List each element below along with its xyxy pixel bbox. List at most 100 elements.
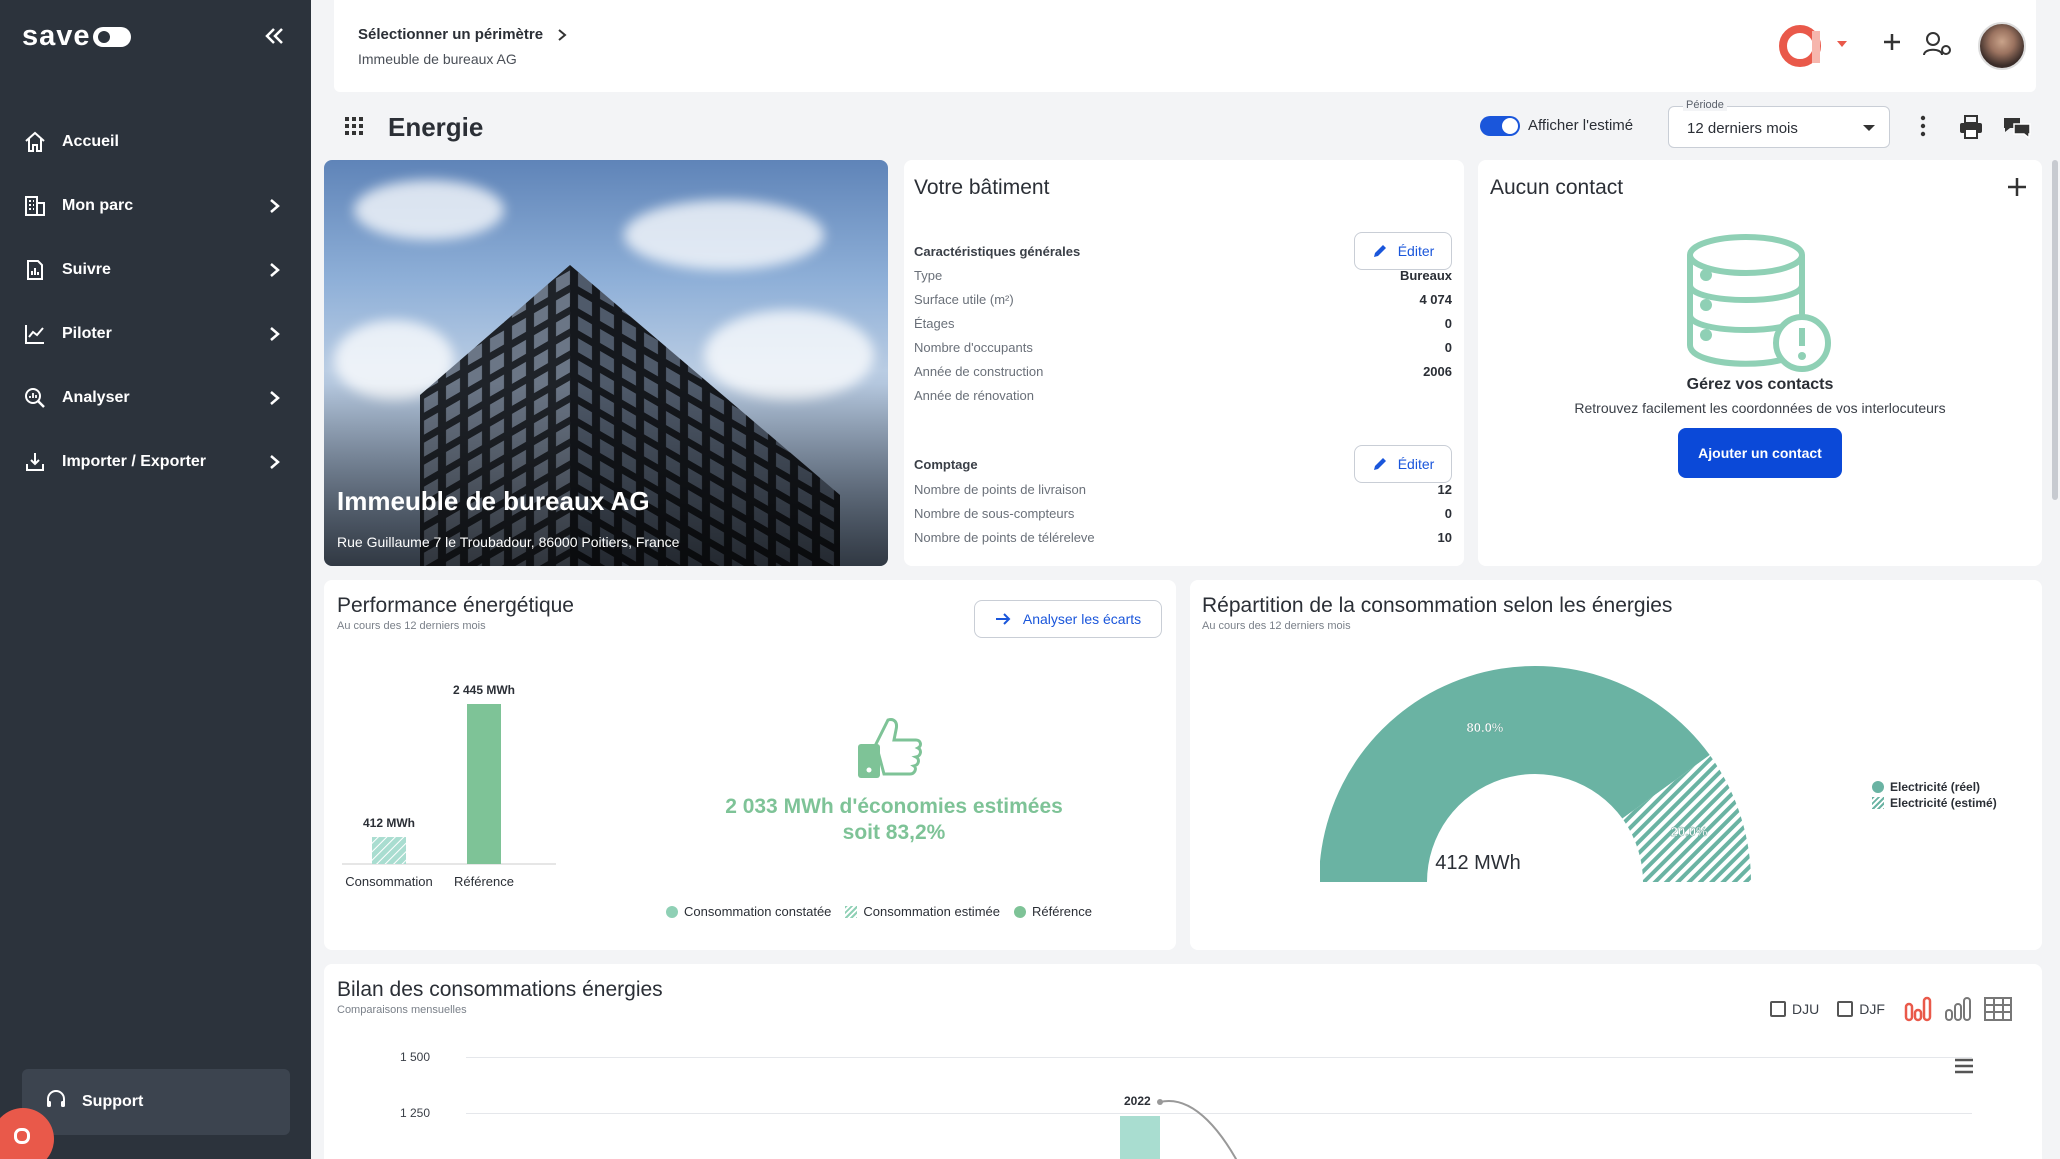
characteristic-key: Surface utile (m²)	[914, 292, 1014, 307]
estimate-toggle[interactable]	[1480, 116, 1520, 136]
more-options-icon[interactable]	[1918, 114, 1928, 138]
analyse-gaps-button[interactable]: Analyser les écarts	[974, 600, 1162, 638]
legend-swatch	[1872, 781, 1884, 793]
legend-swatch	[845, 905, 858, 918]
collapse-sidebar-button[interactable]	[262, 22, 286, 50]
chart-menu-icon[interactable]	[1954, 1058, 1974, 1074]
avatar[interactable]	[1978, 22, 2026, 70]
legend-label: Electricité (réel)	[1890, 780, 1981, 794]
caret-down-icon	[1863, 125, 1875, 131]
legend-swatch	[1872, 797, 1884, 809]
building-photo-card: Immeuble de bureaux AG Rue Guillaume 7 l…	[324, 160, 888, 566]
performance-bar-chart: 412 MWh Consommation 2 445 MWh Référence	[334, 660, 564, 910]
balance-subtitle: Comparaisons mensuelles	[337, 1004, 467, 1016]
legend-item: Consommation constatée	[666, 904, 831, 919]
caret-down-icon[interactable]	[1836, 40, 1848, 48]
characteristic-key: Année de rénovation	[914, 388, 1034, 403]
characteristic-value: 4 074	[1419, 292, 1452, 307]
search-analytics-icon	[22, 385, 48, 411]
legend-label: Consommation constatée	[684, 904, 832, 919]
sidebar-item-label: Suivre	[62, 261, 111, 278]
balance-title: Bilan des consommations énergies	[337, 978, 663, 1001]
savings-summary: 2 033 MWh d'économies estimées soit 83,2…	[694, 794, 1094, 846]
logo-text: save	[22, 20, 91, 52]
legend-swatch	[1013, 905, 1026, 918]
counting-row: Nombre de points de livraison 12	[914, 482, 1452, 506]
perimeter-selector[interactable]: Sélectionner un périmètre Immeuble de bu…	[358, 26, 567, 67]
slice-percent-label: 80.0%	[1467, 720, 1504, 735]
add-contact-plus-icon[interactable]	[2006, 176, 2028, 198]
user-settings-icon[interactable]	[1922, 30, 1952, 58]
bar-référence	[467, 704, 501, 864]
energy-performance-card: Performance énergétique Au cours des 12 …	[324, 580, 1176, 950]
characteristic-row: Surface utile (m²) 4 074	[914, 292, 1452, 316]
chart-options: DJU DJF	[1770, 994, 2023, 1024]
counting-key: Nombre de points de livraison	[914, 482, 1086, 497]
counting-row: Nombre de points de téléreleve 10	[914, 530, 1452, 554]
y-tick-label: 1 250	[400, 1106, 431, 1120]
chevron-right-icon	[558, 28, 567, 41]
table-view-icon[interactable]	[1983, 994, 2013, 1024]
building-card: Votre bâtiment Caractéristiques générale…	[904, 160, 1464, 566]
apps-grid-icon[interactable]	[344, 116, 364, 136]
legend-item: Electricité (réel)	[1872, 780, 1997, 794]
add-contact-button[interactable]: Ajouter un contact	[1678, 428, 1842, 478]
sidebar-item-label: Analyser	[62, 389, 130, 406]
stacked-chart-view-icon[interactable]	[1943, 994, 1973, 1024]
characteristic-value: 0	[1444, 340, 1452, 355]
period-select[interactable]: Période 12 derniers mois	[1668, 99, 1890, 148]
characteristic-key: Type	[914, 268, 943, 283]
brand-logo-icon[interactable]	[1778, 23, 1826, 69]
counting-value: 12	[1437, 482, 1452, 497]
support-button[interactable]: Support	[22, 1069, 290, 1135]
sidebar-nav: Accueil Mon parc Suivre Piloter Analyser…	[0, 110, 311, 494]
sidebar-item-label: Accueil	[62, 133, 119, 150]
app-logo[interactable]: save	[22, 20, 131, 53]
sidebar-item-accueil[interactable]: Accueil	[0, 110, 311, 174]
general-characteristics-title: Caractéristiques générales	[914, 244, 1081, 259]
y-tick-label: 1 500	[400, 1050, 431, 1064]
sidebar-item-label: Piloter	[62, 325, 112, 342]
page-title: Energie	[388, 112, 484, 142]
comments-icon[interactable]	[2002, 114, 2032, 140]
contact-card-title: Aucun contact	[1490, 176, 1624, 199]
perimeter-value: Immeuble de bureaux AG	[358, 51, 517, 67]
characteristic-row: Type Bureaux	[914, 268, 1452, 292]
sidebar-item-analyser[interactable]: Analyser	[0, 366, 311, 430]
performance-subtitle: Au cours des 12 derniers mois	[337, 620, 486, 632]
chevron-right-icon	[268, 450, 282, 474]
plus-icon[interactable]	[1880, 30, 1904, 54]
performance-bar-svg: 412 MWh Consommation 2 445 MWh Référence	[342, 683, 556, 889]
sidebar-item-suivre[interactable]: Suivre	[0, 238, 311, 302]
double-chevron-left-icon	[265, 28, 283, 44]
pencil-icon	[1373, 245, 1386, 257]
breakdown-legend: Electricité (réel) Electricité (estimé)	[1872, 780, 2011, 812]
sidebar-item-importer-exporter[interactable]: Importer / Exporter	[0, 430, 311, 494]
arrow-right-icon	[995, 613, 1011, 625]
chevron-right-icon	[268, 386, 282, 410]
bar-chart-view-icon[interactable]	[1903, 994, 1933, 1024]
building-name: Immeuble de bureaux AG	[337, 486, 650, 516]
headset-icon	[44, 1088, 68, 1117]
edit-label: Éditer	[1397, 243, 1435, 259]
checkbox-icon	[1837, 1001, 1854, 1017]
dju-checkbox[interactable]: DJU	[1770, 1001, 1819, 1017]
print-icon[interactable]	[1958, 114, 1984, 140]
chevron-right-icon	[268, 194, 282, 218]
sidebar-item-mon-parc[interactable]: Mon parc	[0, 174, 311, 238]
counting-key: Nombre de points de téléreleve	[914, 530, 1095, 545]
djf-checkbox[interactable]: DJF	[1837, 1001, 1885, 1017]
characteristic-row: Année de construction 2006	[914, 364, 1452, 388]
building-address: Rue Guillaume 7 le Troubadour, 86000 Poi…	[337, 534, 680, 550]
characteristic-key: Étages	[914, 316, 955, 331]
edit-counting-button[interactable]: Éditer	[1354, 445, 1452, 483]
page-scrollbar[interactable]	[2052, 160, 2058, 500]
estimate-toggle-label: Afficher l'estimé	[1528, 117, 1634, 134]
counting-row: Nombre de sous-compteurs 0	[914, 506, 1452, 530]
bar-category-label: Référence	[454, 874, 514, 889]
edit-label: Éditer	[1397, 456, 1435, 472]
edit-general-button[interactable]: Éditer	[1354, 232, 1452, 270]
breakdown-total: 412 MWh	[1435, 852, 1521, 874]
legend-label: Consommation estimée	[863, 904, 1000, 919]
sidebar-item-piloter[interactable]: Piloter	[0, 302, 311, 366]
